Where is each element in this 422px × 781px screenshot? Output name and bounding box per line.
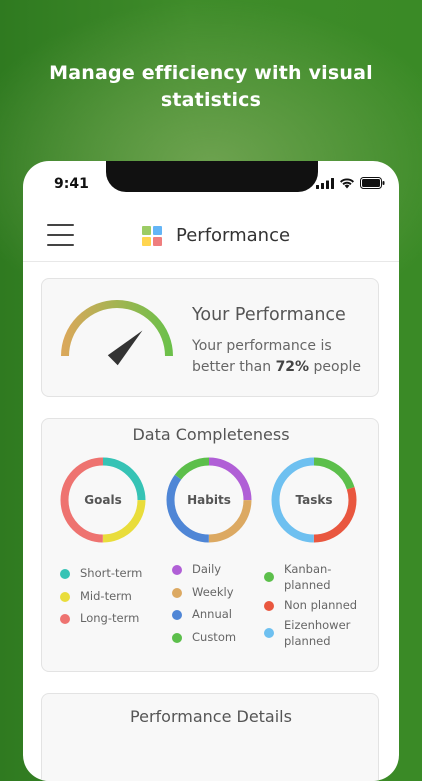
legend-dot bbox=[60, 569, 70, 579]
legend-label: Non planned bbox=[284, 598, 358, 612]
legend-label: Annual bbox=[192, 607, 232, 621]
legend-dot bbox=[172, 565, 182, 575]
tasks-donut-label: Tasks bbox=[295, 493, 333, 507]
legend-dot bbox=[172, 632, 182, 643]
performance-percent: 72% bbox=[275, 359, 310, 375]
headline: Manage efficiency with visual statistics bbox=[0, 60, 422, 114]
cellular-signal-icon bbox=[316, 177, 334, 189]
legend-label: Mid-term bbox=[80, 588, 132, 603]
phone-notch bbox=[106, 161, 318, 192]
legend-label: Kanban-planned bbox=[284, 562, 332, 592]
legend-label: Eizenhower planned bbox=[284, 618, 351, 648]
gauge-arc bbox=[61, 300, 173, 357]
legend-item: Custom bbox=[172, 629, 236, 645]
battery-icon bbox=[360, 177, 385, 189]
legend-dot bbox=[264, 601, 274, 611]
phone-frame: 9:41 Performance Your Performance Your p… bbox=[23, 161, 399, 781]
habits-legend: Daily Weekly Annual Custom bbox=[172, 561, 236, 651]
legend-label: Short-term bbox=[80, 566, 143, 580]
legend-dot bbox=[172, 587, 182, 598]
habits-donut-label: Habits bbox=[187, 493, 231, 507]
status-icons bbox=[316, 177, 385, 189]
hamburger-menu-icon[interactable] bbox=[47, 224, 74, 246]
legend-dot bbox=[60, 614, 70, 624]
legend-dot bbox=[172, 610, 182, 620]
nav-bar: Performance bbox=[23, 217, 399, 262]
legend-dot bbox=[264, 572, 274, 582]
goals-donut-label: Goals bbox=[84, 493, 122, 507]
legend-item: Kanban-planned bbox=[264, 561, 372, 593]
legend-item: Daily bbox=[172, 561, 236, 577]
performance-description: Your performance is better than 72% peop… bbox=[192, 336, 372, 378]
legend-label: Custom bbox=[192, 629, 237, 644]
page-title: Performance bbox=[176, 225, 291, 246]
habits-donut-chart[interactable]: Habits bbox=[164, 455, 254, 545]
data-completeness-card: Data Completeness Goals Habits Tasks Sho… bbox=[41, 418, 379, 672]
gauge-needle bbox=[107, 330, 143, 366]
legend-item: Long-term bbox=[60, 610, 142, 626]
performance-title: Your Performance bbox=[192, 305, 346, 325]
performance-card[interactable]: Your Performance Your performance is bet… bbox=[41, 278, 379, 397]
status-time: 9:41 bbox=[54, 176, 89, 192]
performance-text-after: people bbox=[309, 359, 361, 375]
legend-dot bbox=[264, 628, 274, 638]
data-completeness-title: Data Completeness bbox=[132, 425, 290, 444]
goals-donut-chart[interactable]: Goals bbox=[58, 455, 148, 545]
legend-label: Long-term bbox=[80, 611, 140, 625]
legend-label: Weekly bbox=[192, 584, 234, 599]
legend-label: Daily bbox=[192, 562, 222, 576]
four-squares-logo-icon bbox=[142, 226, 162, 246]
legend-item: Short-term bbox=[60, 565, 142, 581]
legend-item: Non planned bbox=[264, 597, 372, 613]
tasks-donut-chart[interactable]: Tasks bbox=[269, 455, 359, 545]
goals-legend: Short-term Mid-term Long-term bbox=[60, 565, 142, 633]
legend-item: Annual bbox=[172, 606, 236, 622]
legend-item: Mid-term bbox=[60, 588, 142, 604]
legend-item: Weekly bbox=[172, 584, 236, 600]
performance-details-card[interactable]: Performance Details bbox=[41, 693, 379, 781]
legend-item: Eizenhower planned bbox=[264, 617, 372, 649]
wifi-icon bbox=[340, 178, 354, 189]
performance-details-title: Performance Details bbox=[130, 707, 292, 726]
performance-gauge bbox=[61, 300, 173, 366]
headline-line2: statistics bbox=[160, 89, 262, 111]
legend-dot bbox=[60, 591, 70, 602]
headline-line1: Manage efficiency with visual bbox=[49, 62, 373, 84]
tasks-legend: Kanban-planned Non planned Eizenhower pl… bbox=[264, 561, 372, 656]
